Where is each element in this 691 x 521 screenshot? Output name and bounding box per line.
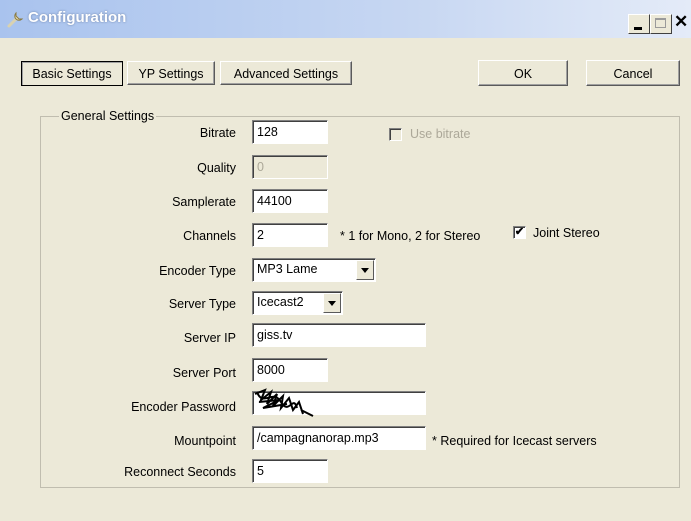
use-bitrate-checkbox[interactable] <box>389 128 402 141</box>
channels-hint: * 1 for Mono, 2 for Stereo <box>340 229 481 243</box>
server-type-label: Server Type <box>168 297 236 311</box>
tab-advanced-settings[interactable]: Advanced Settings <box>220 61 352 85</box>
tab-yp-settings[interactable]: YP Settings <box>127 61 215 85</box>
server-port-input[interactable] <box>252 358 328 382</box>
server-port-label: Server Port <box>172 366 236 380</box>
chevron-down-icon[interactable] <box>323 293 341 313</box>
server-ip-label: Server IP <box>183 331 236 345</box>
tab-basic-settings[interactable]: Basic Settings <box>21 61 123 86</box>
bitrate-input[interactable] <box>252 120 328 144</box>
encoder-password-label: Encoder Password <box>131 400 236 414</box>
checkmark-icon: ✔ <box>514 226 525 238</box>
wrench-icon <box>6 9 26 29</box>
quality-input <box>252 155 328 179</box>
reconnect-seconds-label: Reconnect Seconds <box>124 465 236 479</box>
window-title: Configuration <box>28 9 127 26</box>
minimize-icon[interactable] <box>628 14 650 34</box>
quality-label: Quality <box>197 161 236 175</box>
server-type-select[interactable]: Icecast2 <box>252 291 343 315</box>
redaction-scribble <box>254 388 314 417</box>
joint-stereo-label: Joint Stereo <box>533 226 600 240</box>
encoder-password-input[interactable] <box>252 388 426 417</box>
encoder-type-select[interactable]: MP3 Lame <box>252 258 376 282</box>
server-type-value: Icecast2 <box>257 295 304 309</box>
encoder-type-label: Encoder Type <box>159 264 236 278</box>
joint-stereo-checkbox[interactable]: ✔ <box>513 226 526 239</box>
reconnect-seconds-input[interactable] <box>252 459 328 483</box>
use-bitrate-label: Use bitrate <box>410 127 471 141</box>
title-bar[interactable]: Configuration ✕ <box>0 0 691 38</box>
mountpoint-input[interactable] <box>252 426 426 450</box>
ok-button[interactable]: OK <box>478 60 568 86</box>
group-title: General Settings <box>59 109 157 123</box>
samplerate-input[interactable] <box>252 189 328 213</box>
samplerate-label: Samplerate <box>172 195 236 209</box>
chevron-down-icon[interactable] <box>356 260 374 280</box>
channels-label: Channels <box>183 229 236 243</box>
bitrate-label: Bitrate <box>199 126 236 140</box>
encoder-type-value: MP3 Lame <box>257 262 318 276</box>
maximize-icon[interactable] <box>650 14 672 34</box>
mountpoint-label: Mountpoint <box>174 434 236 448</box>
mountpoint-hint: * Required for Icecast servers <box>432 434 597 448</box>
server-ip-input[interactable] <box>252 323 426 347</box>
cancel-button[interactable]: Cancel <box>586 60 680 86</box>
close-icon[interactable]: ✕ <box>674 12 688 32</box>
channels-input[interactable] <box>252 223 328 247</box>
